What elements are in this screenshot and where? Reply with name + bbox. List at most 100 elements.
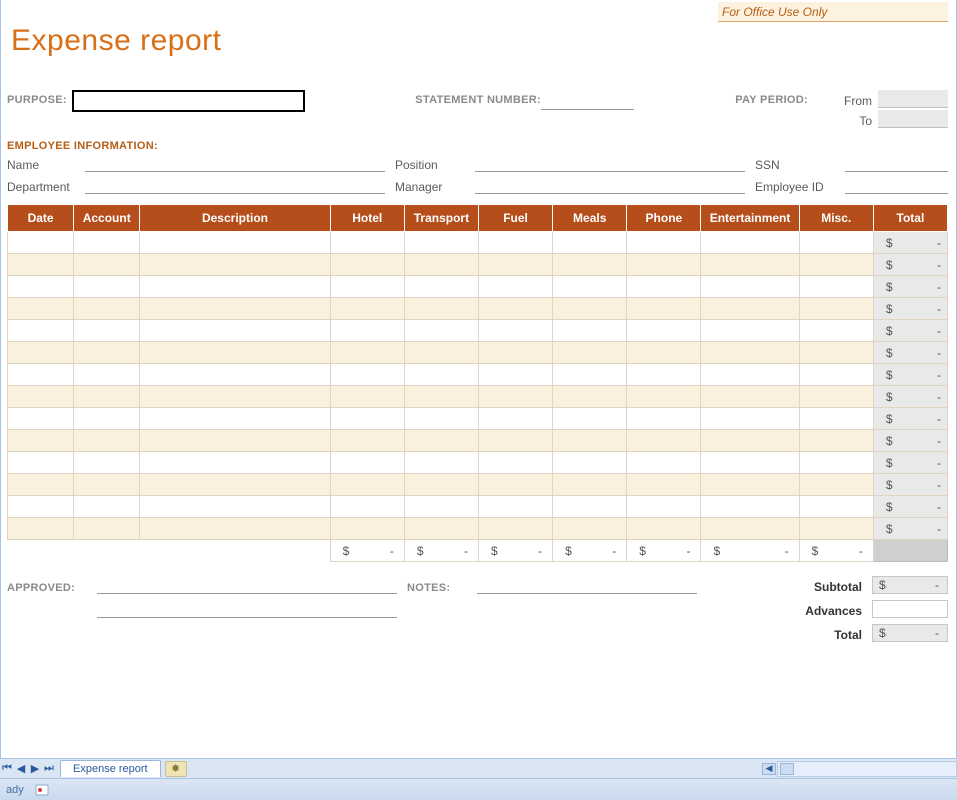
cell[interactable] — [478, 298, 552, 320]
cell[interactable] — [8, 430, 74, 452]
cell[interactable] — [330, 276, 404, 298]
cell[interactable] — [701, 452, 799, 474]
cell[interactable] — [330, 518, 404, 540]
cell[interactable] — [74, 232, 140, 254]
cell[interactable] — [74, 320, 140, 342]
cell[interactable] — [330, 430, 404, 452]
cell[interactable] — [8, 320, 74, 342]
cell[interactable] — [627, 364, 701, 386]
cell[interactable] — [701, 408, 799, 430]
cell[interactable] — [140, 364, 330, 386]
cell[interactable] — [140, 232, 330, 254]
cell[interactable] — [553, 496, 627, 518]
cell[interactable] — [140, 430, 330, 452]
cell[interactable] — [8, 342, 74, 364]
cell[interactable] — [627, 320, 701, 342]
cell[interactable] — [627, 254, 701, 276]
cell[interactable] — [799, 320, 873, 342]
cell[interactable] — [799, 232, 873, 254]
cell[interactable] — [330, 474, 404, 496]
cell[interactable] — [74, 430, 140, 452]
cell[interactable] — [140, 386, 330, 408]
cell[interactable] — [140, 518, 330, 540]
cell[interactable] — [553, 276, 627, 298]
statement-number-input[interactable] — [541, 94, 634, 110]
cell[interactable] — [330, 364, 404, 386]
cell[interactable] — [330, 298, 404, 320]
cell[interactable] — [701, 232, 799, 254]
cell[interactable] — [553, 452, 627, 474]
cell[interactable] — [701, 298, 799, 320]
cell[interactable] — [701, 320, 799, 342]
cell[interactable] — [140, 408, 330, 430]
cell[interactable] — [478, 232, 552, 254]
cell[interactable] — [8, 518, 74, 540]
cell[interactable] — [478, 364, 552, 386]
tab-nav-last-icon[interactable]: ⏭ — [42, 761, 56, 777]
cell[interactable] — [404, 320, 478, 342]
new-sheet-button[interactable]: ✸ — [165, 761, 187, 777]
cell[interactable] — [404, 474, 478, 496]
cell[interactable] — [701, 342, 799, 364]
cell[interactable] — [799, 342, 873, 364]
cell[interactable] — [478, 342, 552, 364]
cell[interactable] — [404, 298, 478, 320]
cell[interactable] — [74, 474, 140, 496]
macro-record-icon[interactable] — [34, 782, 50, 798]
cell[interactable] — [8, 474, 74, 496]
sheet-tab-expense-report[interactable]: Expense report — [60, 760, 161, 777]
cell[interactable] — [553, 408, 627, 430]
cell[interactable] — [404, 364, 478, 386]
cell[interactable] — [478, 430, 552, 452]
cell[interactable] — [74, 408, 140, 430]
cell[interactable] — [330, 254, 404, 276]
cell[interactable] — [8, 364, 74, 386]
cell[interactable] — [627, 342, 701, 364]
cell[interactable] — [799, 430, 873, 452]
department-input[interactable] — [85, 178, 385, 194]
cell[interactable] — [74, 452, 140, 474]
cell[interactable] — [478, 386, 552, 408]
to-input[interactable] — [878, 110, 948, 128]
cell[interactable] — [8, 408, 74, 430]
cell[interactable] — [627, 518, 701, 540]
cell[interactable] — [701, 364, 799, 386]
cell[interactable] — [799, 254, 873, 276]
cell[interactable] — [404, 232, 478, 254]
from-input[interactable] — [878, 90, 948, 108]
cell[interactable] — [799, 298, 873, 320]
cell[interactable] — [627, 452, 701, 474]
cell[interactable] — [330, 386, 404, 408]
cell[interactable] — [330, 342, 404, 364]
cell[interactable] — [799, 452, 873, 474]
cell[interactable] — [799, 276, 873, 298]
cell[interactable] — [74, 364, 140, 386]
name-input[interactable] — [85, 156, 385, 172]
cell[interactable] — [799, 474, 873, 496]
cell[interactable] — [553, 254, 627, 276]
cell[interactable] — [140, 452, 330, 474]
manager-input[interactable] — [475, 178, 745, 194]
cell[interactable] — [404, 496, 478, 518]
cell[interactable] — [74, 254, 140, 276]
cell[interactable] — [8, 386, 74, 408]
cell[interactable] — [74, 496, 140, 518]
cell[interactable] — [404, 408, 478, 430]
cell[interactable] — [627, 474, 701, 496]
cell[interactable] — [553, 298, 627, 320]
scroll-thumb[interactable] — [780, 763, 794, 775]
ssn-input[interactable] — [845, 156, 948, 172]
cell[interactable] — [8, 452, 74, 474]
cell[interactable] — [553, 430, 627, 452]
tab-nav-first-icon[interactable]: ⏮ — [0, 761, 14, 777]
cell[interactable] — [799, 408, 873, 430]
cell[interactable] — [627, 386, 701, 408]
cell[interactable] — [404, 430, 478, 452]
cell[interactable] — [8, 496, 74, 518]
cell[interactable] — [627, 232, 701, 254]
tab-nav-next-icon[interactable]: ▶ — [28, 761, 42, 777]
cell[interactable] — [404, 254, 478, 276]
cell[interactable] — [799, 518, 873, 540]
cell[interactable] — [553, 364, 627, 386]
cell[interactable] — [701, 474, 799, 496]
